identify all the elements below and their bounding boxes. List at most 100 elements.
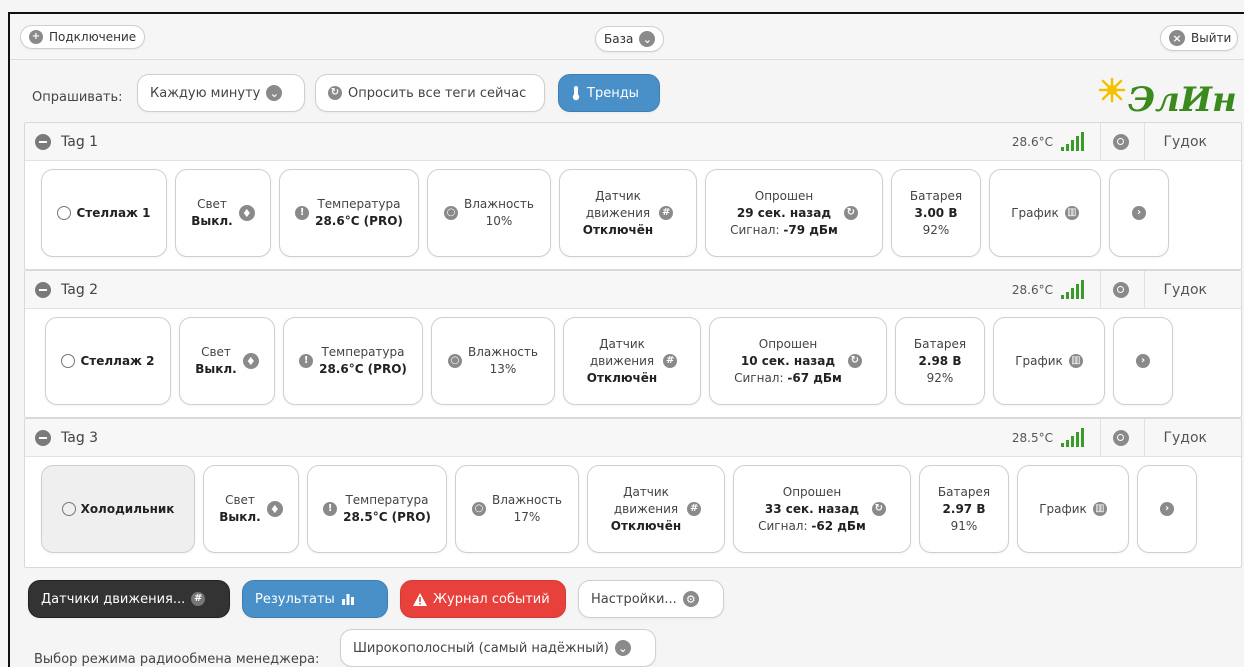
light-value: Выкл. bbox=[195, 362, 237, 376]
motion-card[interactable]: Датчик движения Отключён # bbox=[563, 317, 701, 405]
polled-card[interactable]: Опрошен 29 сек. назад Сигнал: -79 дБм ↻ bbox=[705, 169, 883, 257]
temperature-label: Температура bbox=[345, 493, 429, 507]
graph-card[interactable]: График ▥ bbox=[1017, 465, 1129, 553]
tag-name: Tag 2 bbox=[61, 282, 99, 298]
humidity-card[interactable]: ○ Влажность 13% bbox=[431, 317, 555, 405]
battery-card[interactable]: Батарея 2.98 В 92% bbox=[895, 317, 985, 405]
light-card[interactable]: Свет Выкл. ♦ bbox=[175, 169, 271, 257]
signal-strength-icon bbox=[1061, 132, 1084, 151]
poll-all-button[interactable]: ↻ Опросить все теги сейчас bbox=[315, 74, 545, 112]
polled-card[interactable]: Опрошен 10 сек. назад Сигнал: -67 дБм ↻ bbox=[709, 317, 887, 405]
tag-location-card[interactable]: Стеллаж 1 bbox=[41, 169, 167, 257]
settings-label: Настройки... bbox=[591, 591, 677, 607]
signal-strength-icon bbox=[1061, 428, 1084, 447]
motion-card[interactable]: Датчик движения Отключён # bbox=[559, 169, 697, 257]
polled-label: Опрошен bbox=[758, 336, 818, 351]
beep-button[interactable]: Гудок bbox=[1163, 134, 1207, 150]
tag-location-card[interactable]: Стеллаж 2 bbox=[45, 317, 171, 405]
signal-value: -67 дБм bbox=[787, 370, 842, 385]
radio-mode-value: Широкополосный (самый надёжный) bbox=[353, 640, 609, 656]
tag-header-temperature: 28.6°C bbox=[1011, 283, 1053, 297]
tag-location: Стеллаж 1 bbox=[76, 206, 151, 220]
motion-card[interactable]: Датчик движения Отключён # bbox=[587, 465, 725, 553]
motion-label-2: движения bbox=[613, 501, 679, 516]
light-card[interactable]: Свет Выкл. ♦ bbox=[179, 317, 275, 405]
tag-panel-header: Tag 1 28.6°C Гудок bbox=[25, 123, 1241, 161]
grid-icon: # bbox=[687, 502, 702, 516]
temperature-card[interactable]: ! Температура 28.6°C (PRO) bbox=[279, 169, 419, 257]
humidity-label: Влажность bbox=[492, 493, 562, 507]
tag-location-card[interactable]: Холодильник bbox=[41, 465, 195, 553]
polled-label: Опрошен bbox=[754, 188, 814, 203]
beep-button[interactable]: Гудок bbox=[1163, 282, 1207, 298]
tag-panel-header: Tag 3 28.5°C Гудок bbox=[25, 419, 1241, 457]
humidity-value: 17% bbox=[513, 510, 541, 524]
radio-mode-label: Выбор режима радиообмена менеджера: bbox=[34, 652, 320, 667]
details-button[interactable]: › bbox=[1137, 465, 1197, 553]
plus-icon: + bbox=[29, 30, 43, 44]
collapse-icon[interactable] bbox=[35, 134, 51, 150]
battery-label: Батарея bbox=[909, 188, 963, 203]
graph-label: График bbox=[1015, 354, 1063, 368]
thermometer-icon bbox=[572, 86, 580, 101]
warning-icon bbox=[413, 592, 427, 606]
light-label: Свет bbox=[225, 493, 255, 507]
temperature-card[interactable]: ! Температура 28.6°C (PRO) bbox=[283, 317, 423, 405]
base-dropdown[interactable]: База ⌄ bbox=[595, 26, 665, 52]
event-log-button[interactable]: Журнал событий bbox=[400, 580, 566, 618]
humidity-card[interactable]: ○ Влажность 17% bbox=[455, 465, 579, 553]
logo-text: ЭлИн bbox=[1128, 80, 1237, 116]
grid-icon: # bbox=[659, 206, 674, 220]
search-icon[interactable] bbox=[1113, 134, 1129, 150]
humidity-label: Влажность bbox=[464, 197, 534, 211]
light-label: Свет bbox=[197, 197, 227, 211]
polled-value: 10 сек. назад bbox=[740, 353, 836, 368]
battery-card[interactable]: Батарея 3.00 В 92% bbox=[891, 169, 981, 257]
graph-card[interactable]: График ▥ bbox=[993, 317, 1105, 405]
chevron-right-icon: › bbox=[1160, 502, 1174, 516]
search-icon[interactable] bbox=[1113, 430, 1129, 446]
bar-chart-icon bbox=[341, 594, 354, 605]
results-label: Результаты bbox=[255, 591, 335, 607]
refresh-icon: ↻ bbox=[871, 502, 886, 516]
tag-panel-3: Tag 3 28.5°C Гудок Холодильник Свет Выкл.… bbox=[24, 418, 1242, 568]
connect-label: Подключение bbox=[49, 30, 137, 44]
tag-panel-header: Tag 2 28.6°C Гудок bbox=[25, 271, 1241, 309]
search-icon[interactable] bbox=[1113, 282, 1129, 298]
beep-button[interactable]: Гудок bbox=[1163, 430, 1207, 446]
trends-button[interactable]: Тренды bbox=[558, 74, 660, 112]
poll-interval-dropdown[interactable]: Каждую минуту ⌄ bbox=[137, 74, 305, 112]
light-label: Свет bbox=[201, 345, 231, 359]
bar-chart-icon: ▥ bbox=[1092, 502, 1107, 516]
details-button[interactable]: › bbox=[1109, 169, 1169, 257]
motion-sensors-button[interactable]: Датчики движения... # bbox=[28, 580, 230, 618]
motion-value: Отключён bbox=[582, 222, 654, 237]
graph-card[interactable]: График ▥ bbox=[989, 169, 1101, 257]
temperature-value: 28.6°C (PRO) bbox=[315, 214, 403, 228]
event-log-label: Журнал событий bbox=[433, 591, 550, 607]
signal-label: Сигнал: bbox=[758, 518, 808, 533]
tag-panel-1: Tag 1 28.6°C Гудок Стеллаж 1 Свет Выкл. ♦ bbox=[24, 122, 1242, 270]
water-drop-icon: ○ bbox=[472, 502, 487, 516]
humidity-card[interactable]: ○ Влажность 10% bbox=[427, 169, 551, 257]
results-button[interactable]: Результаты bbox=[242, 580, 388, 618]
collapse-icon[interactable] bbox=[35, 282, 51, 298]
polled-card[interactable]: Опрошен 33 сек. назад Сигнал: -62 дБм ↻ bbox=[733, 465, 911, 553]
collapse-icon[interactable] bbox=[35, 430, 51, 446]
details-button[interactable]: › bbox=[1113, 317, 1173, 405]
thermometer-icon: ! bbox=[295, 206, 310, 220]
water-drop-icon: ○ bbox=[444, 206, 459, 220]
bulb-icon: ♦ bbox=[238, 205, 255, 221]
temperature-label: Температура bbox=[321, 345, 405, 359]
refresh-icon: ↻ bbox=[328, 86, 342, 100]
poll-all-label: Опросить все теги сейчас bbox=[348, 85, 527, 101]
battery-label: Батарея bbox=[937, 484, 991, 499]
light-card[interactable]: Свет Выкл. ♦ bbox=[203, 465, 299, 553]
battery-card[interactable]: Батарея 2.97 В 91% bbox=[919, 465, 1009, 553]
connect-button[interactable]: + Подключение bbox=[20, 25, 146, 49]
radio-mode-dropdown[interactable]: Широкополосный (самый надёжный) ⌄ bbox=[340, 629, 656, 667]
exit-button[interactable]: × Выйти bbox=[1160, 25, 1239, 51]
motion-label-2: движения bbox=[585, 205, 651, 220]
settings-button[interactable]: Настройки... ⚙ bbox=[578, 580, 724, 618]
temperature-card[interactable]: ! Температура 28.5°C (PRO) bbox=[307, 465, 447, 553]
